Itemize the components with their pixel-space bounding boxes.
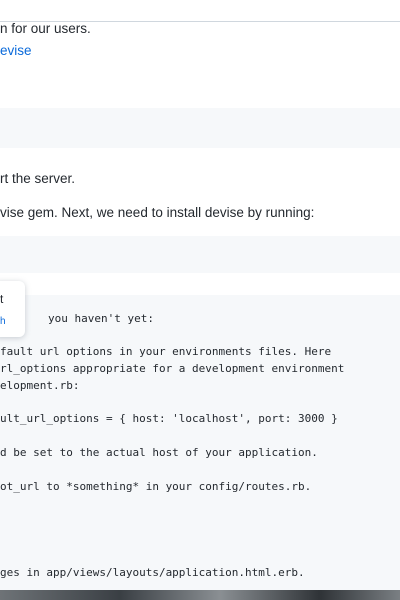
console-line: ult_url_options = { host: 'localhost', p…: [0, 412, 338, 425]
hover-card[interactable]: t h: [0, 281, 25, 337]
console-line: elopment.rb:: [0, 379, 80, 392]
intro-text: n for our users.: [0, 21, 91, 36]
code-block-2: [0, 236, 400, 273]
console-line: you haven't yet:: [48, 312, 154, 325]
hover-card-link[interactable]: h: [0, 316, 6, 327]
console-line: ges in app/views/layouts/application.htm…: [0, 566, 305, 579]
console-output-block: you haven't yet: fault url options in yo…: [0, 295, 400, 590]
restart-server-text: rt the server.: [0, 171, 76, 186]
top-bar: [0, 0, 400, 22]
console-line: ot_url to *something* in your config/rou…: [0, 480, 312, 493]
hover-card-title: t: [0, 292, 4, 306]
console-line: rl_options appropriate for a development…: [0, 362, 345, 375]
console-line: d be set to the actual host of your appl…: [0, 446, 318, 459]
devise-link[interactable]: evise: [0, 42, 32, 60]
code-block-1: [0, 108, 400, 148]
install-instructions-text: vise gem. Next, we need to install devis…: [0, 205, 315, 220]
console-line: fault url options in your environments f…: [0, 345, 332, 358]
bottom-image-strip: [0, 590, 400, 600]
